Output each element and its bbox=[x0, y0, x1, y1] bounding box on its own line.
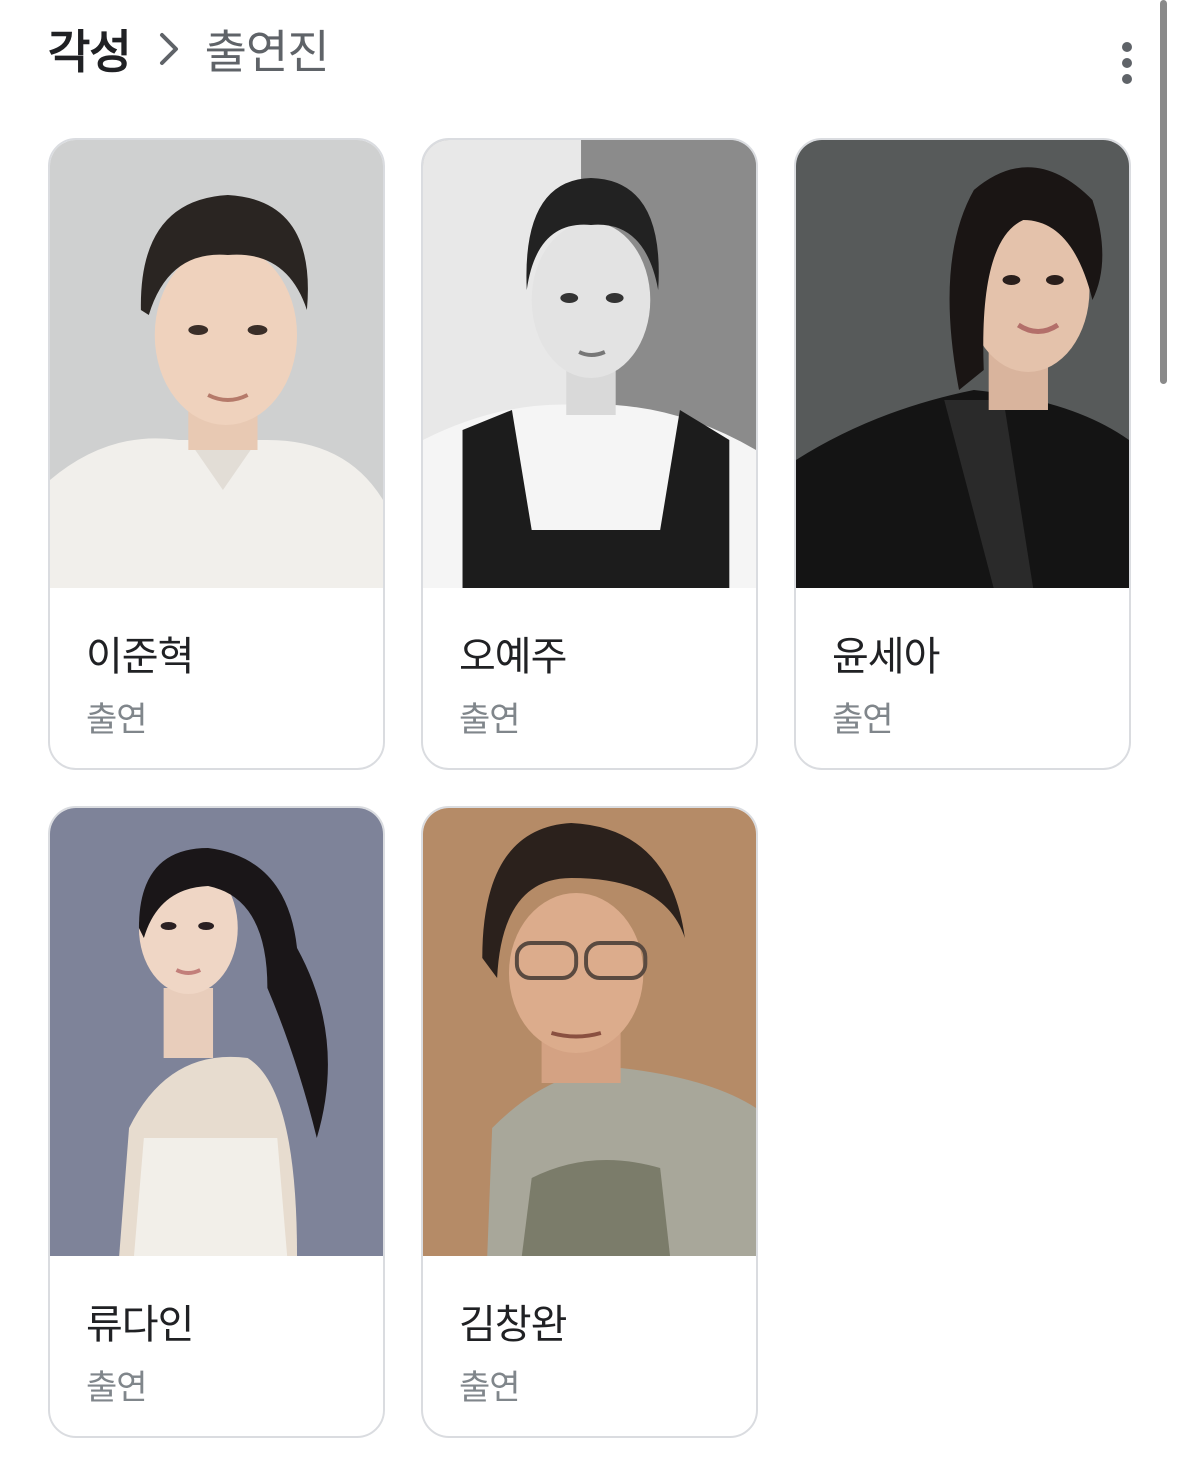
breadcrumb-root[interactable]: 각성 bbox=[48, 16, 132, 82]
cast-name: 윤세아 bbox=[832, 634, 940, 680]
cast-role: 출연 bbox=[459, 1368, 521, 1408]
more-vert-icon[interactable] bbox=[1107, 38, 1147, 88]
cast-photo bbox=[50, 808, 383, 1256]
cast-photo bbox=[423, 140, 756, 588]
cast-card[interactable]: 이준혁 출연 bbox=[48, 138, 385, 770]
breadcrumb: 각성 출연진 bbox=[48, 14, 330, 84]
cast-name: 오예주 bbox=[459, 634, 567, 680]
cast-card[interactable]: 김창완 출연 bbox=[421, 806, 758, 1438]
cast-photo bbox=[50, 140, 383, 588]
cast-name: 김창완 bbox=[459, 1302, 567, 1348]
cast-role: 출연 bbox=[86, 1368, 148, 1408]
cast-photo bbox=[423, 808, 756, 1256]
cast-card[interactable]: 오예주 출연 bbox=[421, 138, 758, 770]
cast-name: 이준혁 bbox=[86, 634, 194, 680]
cast-role: 출연 bbox=[832, 700, 894, 740]
cast-role: 출연 bbox=[86, 700, 148, 740]
cast-card[interactable]: 류다인 출연 bbox=[48, 806, 385, 1438]
cast-photo bbox=[796, 140, 1129, 588]
scrollbar[interactable] bbox=[1160, 0, 1167, 384]
breadcrumb-current: 출연진 bbox=[204, 25, 330, 79]
cast-role: 출연 bbox=[459, 700, 521, 740]
cast-name: 류다인 bbox=[86, 1302, 194, 1348]
chevron-right-icon bbox=[145, 29, 193, 69]
cast-card[interactable]: 윤세아 출연 bbox=[794, 138, 1131, 770]
